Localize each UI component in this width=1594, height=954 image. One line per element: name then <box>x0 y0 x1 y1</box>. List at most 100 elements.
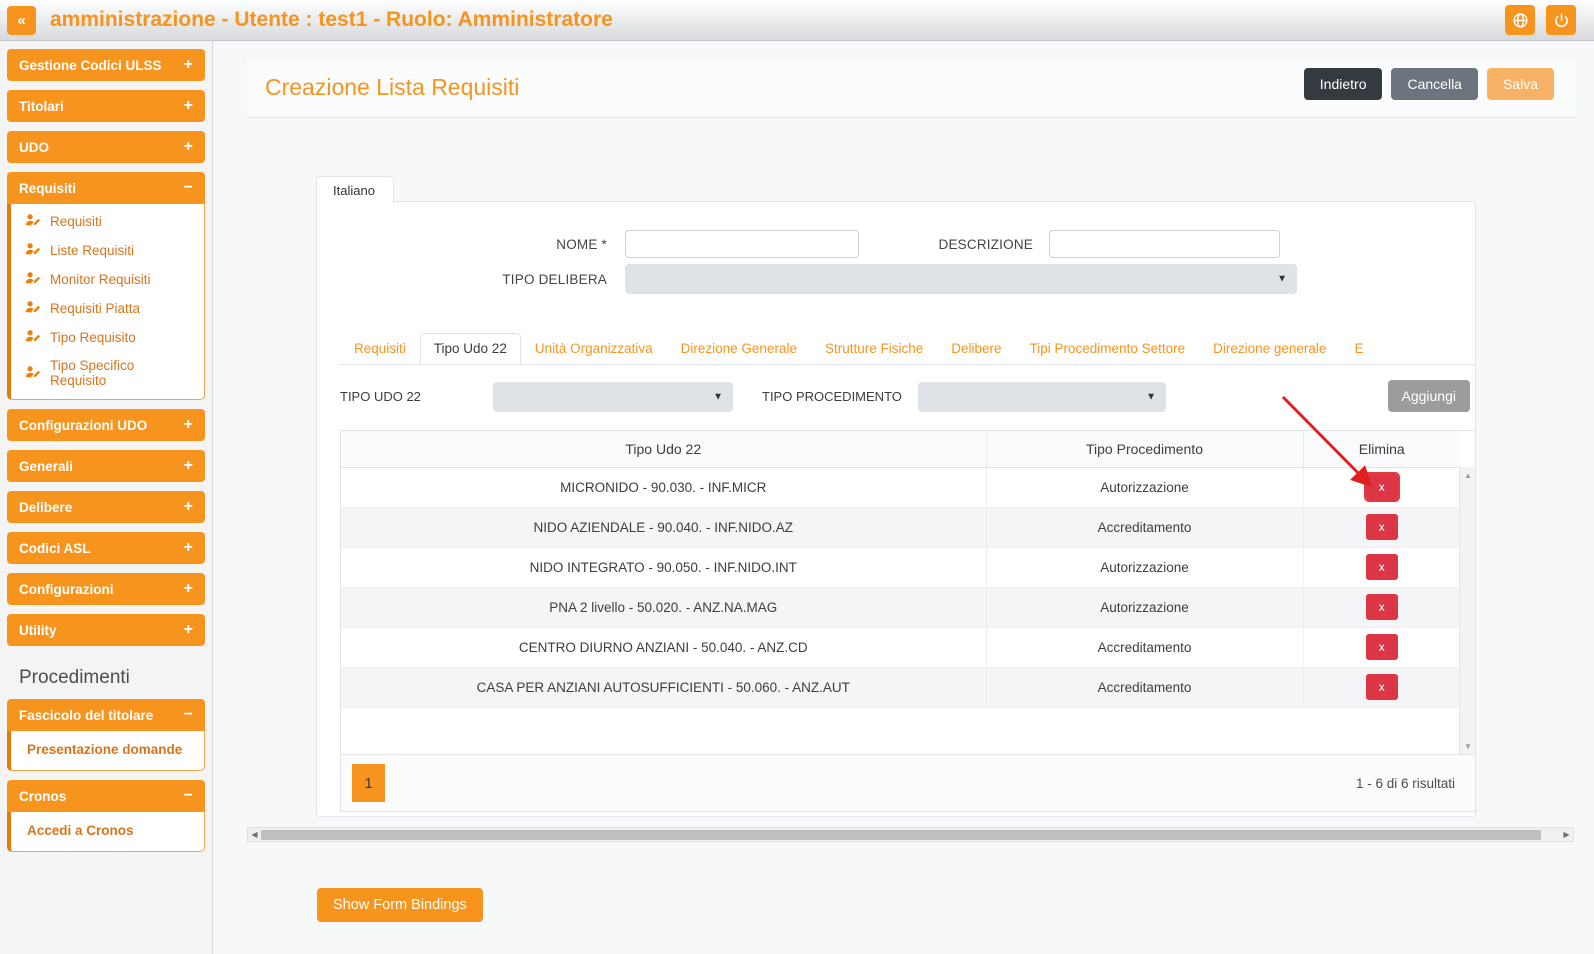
column-header-elimina: Elimina <box>1303 431 1460 468</box>
tab-direzione-generale[interactable]: Direzione generale <box>1199 333 1340 364</box>
cell-tipo-udo-22: CASA PER ANZIANI AUTOSUFFICIENTI - 50.06… <box>341 667 987 708</box>
hscroll-right-icon[interactable]: ▶ <box>1560 828 1573 841</box>
descrizione-input[interactable] <box>1049 230 1280 258</box>
table-row: NIDO AZIENDALE - 90.040. - INF.NIDO.AZ Ac… <box>341 507 1460 548</box>
tab-tipo-udo-22[interactable]: Tipo Udo 22 <box>419 333 521 364</box>
tipo-delibera-select[interactable]: ▼ <box>625 264 1297 294</box>
cell-elimina: x <box>1303 547 1460 588</box>
power-icon[interactable] <box>1546 5 1576 35</box>
delete-row-button[interactable]: x <box>1365 554 1398 580</box>
sidebar-group-label: Delibere <box>19 499 73 515</box>
hscroll-thumb[interactable] <box>261 830 1541 840</box>
sidebar-submenu: Presentazione domande <box>7 731 205 771</box>
sidebar-group-label: Gestione Codici ULSS <box>19 57 162 73</box>
plus-icon: + <box>183 621 193 638</box>
sidebar-item-liste-requisiti[interactable]: Liste Requisiti <box>11 236 204 265</box>
sidebar-group-header-cronos[interactable]: Cronos − <box>7 780 205 812</box>
sidebar-item-tipo-requisito[interactable]: Tipo Requisito <box>11 323 204 352</box>
back-button[interactable]: Indietro <box>1303 68 1383 100</box>
sidebar-group-label: Generali <box>19 458 74 474</box>
sidebar-item-label: Requisiti Piatta <box>50 301 141 316</box>
sidebar-group-label: Cronos <box>19 788 67 804</box>
delete-row-button[interactable]: x <box>1365 634 1398 660</box>
person-edit-icon <box>25 213 41 230</box>
delete-row-button[interactable]: x <box>1363 472 1400 502</box>
save-button[interactable]: Salva <box>1486 68 1554 100</box>
cell-tipo-udo-22: MICRONIDO - 90.030. - INF.MICR <box>341 467 987 508</box>
page-number-1[interactable]: 1 <box>352 764 385 802</box>
sidebar-item-monitor-requisiti[interactable]: Monitor Requisiti <box>11 265 204 294</box>
tab-e[interactable]: E <box>1340 333 1377 364</box>
sidebar-group-label: Configurazioni UDO <box>19 417 148 433</box>
cell-tipo-udo-22: PNA 2 livello - 50.020. - ANZ.NA.MAG <box>341 587 987 628</box>
tipo-udo-22-select[interactable]: ▼ <box>493 382 733 412</box>
cell-elimina: x <box>1303 627 1460 668</box>
tab-requisiti[interactable]: Requisiti <box>340 333 420 364</box>
sidebar-group-header-delibere[interactable]: Delibere + <box>7 491 205 523</box>
main-horizontal-scrollbar[interactable]: ◀ ▶ <box>247 827 1574 842</box>
delete-row-button[interactable]: x <box>1365 594 1398 620</box>
sidebar-submenu: Accedi a Cronos <box>7 812 205 852</box>
nome-field-row: NOME * <box>517 230 859 258</box>
sidebar-group-header-fascicolo-del-titolare[interactable]: Fascicolo del titolare − <box>7 699 205 731</box>
hscroll-left-icon[interactable]: ◀ <box>248 828 261 841</box>
tab-unit-organizzativa[interactable]: Unità Organizzativa <box>521 333 667 364</box>
table-scroll-up-icon[interactable]: ▲ <box>1460 467 1475 483</box>
tipo-delibera-label: TIPO DELIBERA <box>502 271 607 287</box>
sidebar-item-requisiti[interactable]: Requisiti <box>11 207 204 236</box>
tab-delibere[interactable]: Delibere <box>937 333 1015 364</box>
table-scrollbar[interactable]: ▲ ▼ <box>1459 467 1475 754</box>
sidebar-group-generali: Generali + <box>7 450 205 482</box>
sidebar-item-requisiti-piatta[interactable]: Requisiti Piatta <box>11 294 204 323</box>
descrizione-label: DESCRIZIONE <box>938 236 1033 252</box>
sidebar-group-delibere: Delibere + <box>7 491 205 523</box>
sidebar-group-header-codici-asl[interactable]: Codici ASL + <box>7 532 205 564</box>
globe-icon[interactable] <box>1505 5 1535 35</box>
person-edit-icon <box>25 329 41 346</box>
person-edit-icon <box>25 271 41 288</box>
language-tab-italiano[interactable]: Italiano <box>316 176 394 204</box>
sidebar-item-accedi-a-cronos[interactable]: Accedi a Cronos <box>11 815 204 846</box>
chevron-down-icon: ▼ <box>1146 391 1156 403</box>
sidebar-section-title: Procedimenti <box>19 667 130 688</box>
sidebar-group-header-gestione-codici-ulss[interactable]: Gestione Codici ULSS + <box>7 49 205 81</box>
tipo-procedimento-label: TIPO PROCEDIMENTO <box>762 389 902 404</box>
tab-strutture-fisiche[interactable]: Strutture Fisiche <box>811 333 937 364</box>
sidebar-group-header-configurazioni[interactable]: Configurazioni + <box>7 573 205 605</box>
sidebar-group-header-configurazioni-udo[interactable]: Configurazioni UDO + <box>7 409 205 441</box>
nome-input[interactable] <box>625 230 859 258</box>
sidebar-submenu: Requisiti Liste Requisiti Monitor Requisit… <box>7 204 205 400</box>
tab-direzione-generale[interactable]: Direzione Generale <box>667 333 811 364</box>
sidebar-menu: Gestione Codici ULSS + Titolari + UDO + Requis… <box>7 49 205 646</box>
column-header-tipo-procedimento: Tipo Procedimento <box>986 431 1304 468</box>
tipo-procedimento-select[interactable]: ▼ <box>918 382 1166 412</box>
cell-elimina: x <box>1303 507 1460 548</box>
plus-icon: + <box>183 539 193 556</box>
aggiungi-button[interactable]: Aggiungi <box>1387 380 1470 412</box>
sidebar-group-label: Requisiti <box>19 180 77 196</box>
sidebar-item-presentazione-domande[interactable]: Presentazione domande <box>11 734 204 765</box>
sidebar-group-header-utility[interactable]: Utility + <box>7 614 205 646</box>
cell-tipo-procedimento: Accreditamento <box>986 507 1304 548</box>
cell-tipo-udo-22: NIDO INTEGRATO - 90.050. - INF.NIDO.INT <box>341 547 987 588</box>
sidebar-group-header-generali[interactable]: Generali + <box>7 450 205 482</box>
plus-icon: + <box>183 498 193 515</box>
plus-icon: + <box>183 56 193 73</box>
sidebar-group-header-titolari[interactable]: Titolari + <box>7 90 205 122</box>
cell-elimina: x <box>1303 667 1460 708</box>
table-scroll-down-icon[interactable]: ▼ <box>1460 738 1475 754</box>
sidebar-collapse-button[interactable]: « <box>7 5 36 35</box>
cancel-button[interactable]: Cancella <box>1391 68 1478 100</box>
sidebar-group-header-requisiti[interactable]: Requisiti − <box>7 172 205 204</box>
tab-tipi-procedimento-settore[interactable]: Tipi Procedimento Settore <box>1016 333 1200 364</box>
delete-row-button[interactable]: x <box>1365 514 1398 540</box>
table-row: MICRONIDO - 90.030. - INF.MICR Autorizzaz… <box>341 467 1460 508</box>
sidebar-group-label: Fascicolo del titolare <box>19 707 154 723</box>
sidebar-group-label: Utility <box>19 622 57 638</box>
sidebar-item-tipo-specifico-requisito[interactable]: Tipo Specifico Requisito <box>11 352 204 394</box>
delete-row-button[interactable]: x <box>1365 674 1398 700</box>
sidebar: Gestione Codici ULSS + Titolari + UDO + Requis… <box>0 41 213 954</box>
cell-tipo-procedimento: Autorizzazione <box>986 587 1304 628</box>
sidebar-group-header-udo[interactable]: UDO + <box>7 131 205 163</box>
show-form-bindings-button[interactable]: Show Form Bindings <box>317 888 483 922</box>
